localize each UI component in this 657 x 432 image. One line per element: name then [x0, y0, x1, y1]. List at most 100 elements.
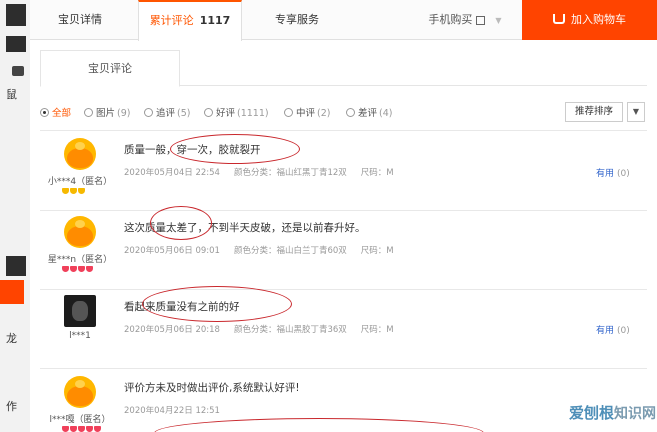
filter-images[interactable]: 图片 (9) [84, 105, 130, 119]
divider [40, 130, 647, 131]
filter-count: (9) [117, 108, 131, 119]
useful-count: (0) [617, 169, 630, 179]
mobile-purchase-label: 手机购买 [428, 13, 473, 26]
tab-product-reviews[interactable]: 宝贝评论 [40, 50, 180, 87]
sidebar-block [6, 36, 26, 52]
sidebar-red-block [0, 280, 24, 304]
diamond-icon [62, 188, 69, 194]
avatar[interactable] [64, 376, 96, 408]
review-meta: 2020年05月04日 22:54 颜色分类：福山红黑丁青12双 尺码：M [124, 166, 408, 178]
filter-label: 图片 [96, 108, 116, 119]
buyer-level-badges [62, 186, 86, 197]
message-icon[interactable] [12, 66, 24, 76]
filter-neutral[interactable]: 中评 (2) [284, 105, 330, 119]
review-meta: 2020年05月06日 09:01 颜色分类：福山白兰丁青60双 尺码：M [124, 244, 408, 256]
heart-icon [62, 426, 69, 432]
heart-icon [78, 266, 85, 272]
radio-icon [284, 108, 293, 117]
buyer-level-badges [62, 424, 102, 432]
review-size: 尺码：M [360, 168, 394, 178]
divider [40, 210, 647, 211]
site-watermark: 爱刨根知识网 [520, 402, 656, 428]
useful-button[interactable]: 有用 (0) [596, 166, 630, 179]
review-size: 尺码：M [360, 325, 394, 335]
tab-product-details[interactable]: 宝贝详情 [30, 0, 130, 40]
divider [40, 289, 647, 290]
review-color: 颜色分类：福山红黑丁青12双 [233, 168, 347, 178]
sidebar-char: 鼠 [6, 88, 17, 101]
useful-label: 有用 [596, 169, 615, 179]
heart-icon [86, 426, 93, 432]
radio-icon [84, 108, 93, 117]
tab-mobile-purchase[interactable]: 手机购买 ▼ [410, 0, 520, 40]
review-count: 1117 [199, 14, 231, 27]
annotation-circle [150, 206, 212, 240]
useful-button[interactable]: 有用 (0) [596, 323, 630, 336]
qr-code-icon [476, 15, 486, 25]
heart-icon [62, 266, 69, 272]
divider [40, 368, 647, 369]
heart-icon [86, 266, 93, 272]
review-date: 2020年05月06日 09:01 [124, 246, 220, 256]
filter-all[interactable]: 全部 [40, 105, 71, 119]
filter-positive[interactable]: 好评 (1111) [204, 105, 269, 119]
top-tab-bar: 宝贝详情 累计评论 1117 专享服务 手机购买 ▼ 加入购物车 [30, 0, 657, 41]
cart-icon [553, 14, 565, 24]
avatar[interactable] [64, 138, 96, 170]
sort-button[interactable]: 推荐排序 [565, 102, 623, 122]
add-to-cart-button[interactable]: 加入购物车 [522, 0, 657, 40]
left-sidebar-strip: 鼠 龙 作 [0, 0, 30, 432]
review-date: 2020年05月04日 22:54 [124, 168, 220, 178]
diamond-icon [78, 188, 85, 194]
avatar[interactable] [64, 216, 96, 248]
radio-icon [144, 108, 153, 117]
heart-icon [70, 426, 77, 432]
filter-count: (5) [177, 108, 191, 119]
review-date: 2020年04月22日 12:51 [124, 406, 220, 416]
review-item: 小***4（匿名） 质量一般，穿一次，胶就裂开 2020年05月04日 22:5… [40, 138, 647, 208]
review-meta: 2020年04月22日 12:51 [124, 404, 234, 416]
filter-negative[interactable]: 差评 (4) [346, 105, 392, 119]
main-panel: 宝贝详情 累计评论 1117 专享服务 手机购买 ▼ 加入购物车 宝贝评论 全部 图… [30, 0, 657, 432]
filter-count: (2) [317, 108, 331, 119]
review-meta: 2020年05月06日 20:18 颜色分类：福山黑胶丁青36双 尺码：M [124, 323, 408, 335]
tab-reviews[interactable]: 累计评论 1117 [138, 0, 242, 41]
review-filter-bar: 全部 图片 (9) 追评 (5) 好评 (1111) 中评 (2) 差评 (4) 推荐排序… [40, 100, 647, 124]
heart-icon [70, 266, 77, 272]
review-text: 评价方未及时做出评价,系统默认好评! [124, 382, 300, 394]
sidebar-block [6, 256, 26, 276]
review-size: 尺码：M [360, 246, 394, 256]
heart-icon [78, 426, 85, 432]
filter-label: 差评 [358, 108, 378, 119]
annotation-circle [170, 134, 300, 164]
tab-exclusive-service[interactable]: 专享服务 [252, 0, 342, 40]
review-item: l***1 看起来质量没有之前的好 2020年05月06日 20:18 颜色分类：… [40, 295, 647, 365]
review-subtabs: 宝贝评论 [40, 50, 647, 87]
filter-label: 追评 [156, 108, 176, 119]
tab-reviews-label: 累计评论 [149, 14, 194, 27]
sidebar-char: 龙 [6, 332, 17, 345]
buyer-level-badges [62, 264, 94, 275]
chevron-down-icon[interactable]: ▼ [627, 102, 645, 122]
radio-icon [204, 108, 213, 117]
review-item: 星***n（匿名） 这次质量太差了，不到半天皮破，还是以前春升好。 2020年0… [40, 216, 647, 288]
diamond-icon [70, 188, 77, 194]
add-to-cart-label: 加入购物车 [571, 13, 626, 26]
review-date: 2020年05月06日 20:18 [124, 325, 220, 335]
filter-followup[interactable]: 追评 (5) [144, 105, 190, 119]
avatar[interactable] [64, 295, 96, 327]
annotation-circle [142, 286, 292, 322]
chevron-down-icon: ▼ [495, 16, 502, 25]
watermark-en: 知识网 [614, 406, 656, 422]
filter-label: 全部 [52, 108, 72, 119]
filter-label: 好评 [216, 108, 236, 119]
review-color: 颜色分类：福山白兰丁青60双 [233, 246, 347, 256]
filter-label: 中评 [296, 108, 316, 119]
useful-label: 有用 [596, 326, 615, 336]
watermark-cn: 爱刨根 [568, 404, 614, 422]
useful-count: (0) [617, 326, 630, 336]
heart-icon [94, 426, 101, 432]
review-color: 颜色分类：福山黑胶丁青36双 [233, 325, 347, 335]
sidebar-block [6, 4, 26, 26]
filter-count: (1111) [237, 108, 269, 119]
